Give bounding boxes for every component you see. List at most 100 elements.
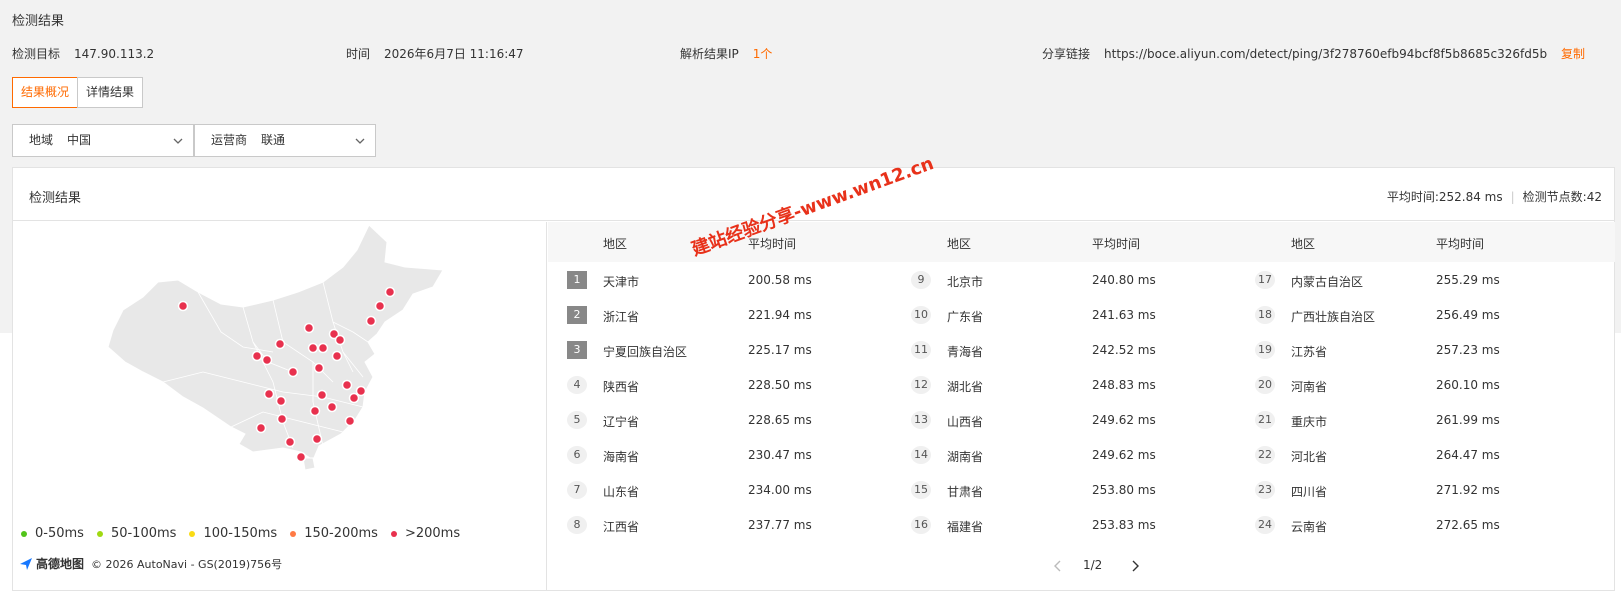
- time-cell: 240.80 ms: [1092, 273, 1156, 287]
- region-cell: 江西省: [603, 520, 640, 534]
- region-cell: 湖北省: [947, 380, 984, 394]
- rank-badge: 10: [911, 306, 931, 324]
- time-cell: 253.80 ms: [1092, 483, 1156, 497]
- time-info: 时间 2026年6月7日 11:16:47: [346, 45, 524, 62]
- node-count: 检测节点数:42: [1522, 190, 1602, 204]
- time-cell: 257.23 ms: [1436, 343, 1500, 357]
- region-select-label: 地域: [29, 133, 54, 147]
- region-cell: 陕西省: [603, 380, 640, 394]
- region-cell: 广东省: [947, 310, 984, 324]
- latency-legend: 0-50ms 50-100ms 100-150ms 150-200ms >200…: [21, 526, 473, 541]
- region-cell: 山西省: [947, 415, 984, 429]
- legend-dot: [96, 530, 103, 537]
- share-info: 分享链接 https://boce.aliyun.com/detect/ping/…: [1042, 45, 1547, 62]
- rank-badge: 5: [567, 411, 587, 429]
- time-cell: 260.10 ms: [1436, 378, 1500, 392]
- rank-badge: 18: [1255, 306, 1275, 324]
- time-cell: 242.52 ms: [1092, 343, 1156, 357]
- china-map[interactable]: [13, 222, 547, 522]
- tab-details[interactable]: 详情结果: [77, 77, 144, 108]
- legend-label: 100-150ms: [203, 526, 278, 541]
- time-cell: 234.00 ms: [748, 483, 812, 497]
- region-cell: 重庆市: [1291, 415, 1328, 429]
- legend-item: 150-200ms: [290, 526, 378, 541]
- time-cell: 241.63 ms: [1092, 308, 1156, 322]
- isp-select-label: 运营商: [211, 133, 248, 147]
- time-cell: 272.65 ms: [1436, 518, 1500, 532]
- time-cell: 237.77 ms: [748, 518, 812, 532]
- header-region: 地区: [603, 237, 628, 251]
- time-cell: 228.50 ms: [748, 378, 812, 392]
- region-cell: 河南省: [1291, 380, 1328, 394]
- attribution-text: © 2026 AutoNavi - GS(2019)756号: [91, 557, 283, 571]
- time-cell: 225.17 ms: [748, 343, 812, 357]
- chevron-right-icon[interactable]: [1130, 560, 1140, 572]
- rank-badge: 9: [911, 271, 931, 289]
- header-time: 平均时间: [1436, 237, 1485, 251]
- rank-badge: 17: [1255, 271, 1275, 289]
- time-cell: 248.83 ms: [1092, 378, 1156, 392]
- legend-item: 100-150ms: [189, 526, 277, 541]
- result-table: 地区 平均时间 地区 平均时间 地区 平均时间 1 天津市 200.58 ms 2 浙江…: [548, 222, 1615, 591]
- rank-badge: 19: [1255, 341, 1275, 359]
- rank-badge: 6: [567, 446, 587, 464]
- copy-button[interactable]: 复制: [1561, 45, 1585, 62]
- time-cell: 264.47 ms: [1436, 448, 1500, 462]
- ip-info: 解析结果IP 1个: [680, 45, 772, 62]
- legend-label: 0-50ms: [35, 526, 84, 541]
- rank-badge: 8: [567, 516, 587, 534]
- chevron-down-icon: [173, 138, 183, 144]
- rank-badge: 21: [1255, 411, 1275, 429]
- time-cell: 230.47 ms: [748, 448, 812, 462]
- time-cell: 271.92 ms: [1436, 483, 1500, 497]
- rank-badge: 7: [567, 481, 587, 499]
- region-cell: 青海省: [947, 345, 984, 359]
- rank-badge: 24: [1255, 516, 1275, 534]
- time-value: 2026年6月7日 11:16:47: [384, 47, 524, 61]
- rank-badge: 4: [567, 376, 587, 394]
- rank-badge: 16: [911, 516, 931, 534]
- ip-label: 解析结果IP: [680, 47, 739, 61]
- legend-item: 0-50ms: [21, 526, 84, 541]
- time-cell: 228.65 ms: [748, 413, 812, 427]
- legend-label: 150-200ms: [304, 526, 378, 541]
- ip-count[interactable]: 1个: [753, 47, 773, 61]
- region-cell: 福建省: [947, 520, 984, 534]
- region-cell: 江苏省: [1291, 345, 1328, 359]
- header-time: 平均时间: [1092, 237, 1141, 251]
- legend-label: 50-100ms: [110, 526, 177, 541]
- region-cell: 广西壮族自治区: [1291, 310, 1376, 324]
- legend-dot: [189, 530, 196, 537]
- share-label: 分享链接: [1042, 47, 1091, 61]
- region-cell: 辽宁省: [603, 415, 640, 429]
- average-time: 平均时间:252.84 ms: [1386, 190, 1503, 204]
- rank-badge: 12: [911, 376, 931, 394]
- region-cell: 甘肃省: [947, 485, 984, 499]
- region-cell: 湖南省: [947, 450, 984, 464]
- legend-dot: [290, 530, 297, 537]
- chevron-left-icon[interactable]: [1053, 560, 1063, 572]
- rank-badge: 13: [911, 411, 931, 429]
- time-cell: 256.49 ms: [1436, 308, 1500, 322]
- pagination: 1/2: [548, 556, 1615, 576]
- card-title: 检测结果: [29, 191, 82, 206]
- time-cell: 249.62 ms: [1092, 448, 1156, 462]
- map-pane: 0-50ms 50-100ms 100-150ms 150-200ms >200…: [13, 222, 547, 591]
- target-label: 检测目标: [12, 47, 61, 61]
- time-cell: 221.94 ms: [748, 308, 812, 322]
- rank-badge: 15: [911, 481, 931, 499]
- time-cell: 261.99 ms: [1436, 413, 1500, 427]
- amap-logo-icon: [20, 557, 32, 570]
- amap-brand: 高德地图: [36, 557, 85, 571]
- isp-select[interactable]: 运营商 联通: [194, 124, 376, 157]
- tab-overview[interactable]: 结果概况: [12, 77, 79, 108]
- region-select[interactable]: 地域 中国: [12, 124, 194, 157]
- region-cell: 宁夏回族自治区: [603, 345, 688, 359]
- target-value: 147.90.113.2: [74, 47, 155, 61]
- divider: |: [1510, 190, 1515, 204]
- rank-badge: 20: [1255, 376, 1275, 394]
- time-cell: 249.62 ms: [1092, 413, 1156, 427]
- region-cell: 海南省: [603, 450, 640, 464]
- result-card: 检测结果 平均时间:252.84 ms | 检测节点数:42 0-50ms 50…: [12, 167, 1615, 591]
- target-info: 检测目标 147.90.113.2: [12, 45, 154, 62]
